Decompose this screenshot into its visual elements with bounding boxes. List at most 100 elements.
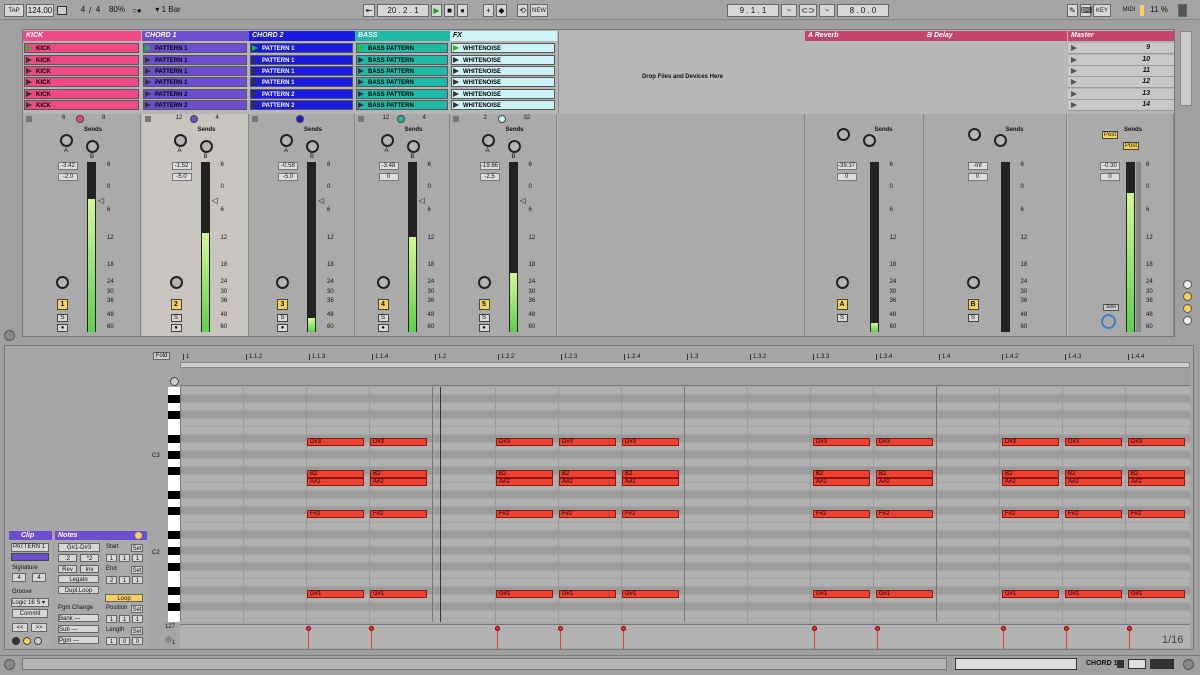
clip-box-icon[interactable]	[12, 637, 20, 645]
midi-note[interactable]: D#3	[559, 438, 616, 446]
clip-launch-icon[interactable]	[252, 57, 258, 63]
overdub-icon[interactable]: +	[483, 4, 494, 17]
nav-right-button[interactable]: >>	[31, 623, 47, 632]
clip-launch-icon[interactable]	[358, 91, 364, 97]
black-key[interactable]	[168, 547, 180, 555]
midi-note[interactable]: D#3	[813, 438, 870, 446]
pos-value-field[interactable]: 1	[119, 615, 130, 623]
midi-note[interactable]: A#2	[1002, 478, 1059, 486]
midi-note[interactable]: F#2	[813, 510, 870, 518]
track-activator-icon[interactable]	[145, 116, 151, 122]
clip-slot[interactable]: KICK	[24, 100, 139, 110]
sends-toggle-icon[interactable]	[1183, 292, 1192, 301]
clip-slot[interactable]: PATTERN 1	[143, 66, 247, 76]
midi-note[interactable]: D#3	[1065, 438, 1122, 446]
midi-note[interactable]: A#2	[370, 478, 427, 486]
clip-launch-icon[interactable]	[358, 102, 364, 108]
clip-slot[interactable]: KICK	[24, 55, 139, 65]
master-header[interactable]: Master	[1068, 31, 1174, 41]
clip-launch-icon[interactable]	[145, 91, 151, 97]
end-value-field[interactable]: 2	[106, 576, 117, 584]
send-b-knob[interactable]	[86, 140, 99, 153]
clip-slot[interactable]: PATTERN 1	[250, 55, 353, 65]
solo-button[interactable]: S	[377, 314, 389, 322]
midi-note[interactable]: B2	[370, 470, 427, 478]
scene-launch[interactable]: 14	[1068, 100, 1174, 111]
scene-launch-icon[interactable]	[1071, 68, 1077, 74]
velocity-stem[interactable]	[814, 628, 815, 649]
pan-knob[interactable]	[56, 276, 69, 289]
black-key[interactable]	[168, 603, 180, 611]
clip-launch-icon[interactable]	[26, 79, 32, 85]
velocity-handle[interactable]	[621, 626, 626, 631]
clip-slot[interactable]: PATTERN 2	[250, 100, 353, 110]
clip-slot[interactable]: BASS PATTERN	[356, 66, 448, 76]
overview-mini-map[interactable]	[955, 658, 1077, 670]
loop-button[interactable]: Loop	[105, 594, 143, 602]
master-volume-field[interactable]: -0.30	[1100, 162, 1120, 170]
black-key[interactable]	[168, 491, 180, 499]
tempo-field[interactable]: 124.00	[26, 4, 54, 17]
track-header-4[interactable]: BASS	[355, 31, 450, 41]
midi-note[interactable]: A#2	[1065, 478, 1122, 486]
scene-launch-icon[interactable]	[1071, 91, 1077, 97]
len-value-field[interactable]: 1	[106, 637, 117, 645]
pan-knob[interactable]	[169, 276, 183, 289]
metronome-icon[interactable]	[57, 6, 67, 15]
bank-field[interactable]: Bank ---	[58, 614, 99, 622]
reverse-button[interactable]: Rev	[58, 565, 77, 573]
clip-launch-icon[interactable]	[252, 102, 258, 108]
clip-launch-icon[interactable]	[26, 68, 32, 74]
clip-slot[interactable]: WHITENOISE	[451, 89, 555, 99]
velocity-handle[interactable]	[495, 626, 500, 631]
start-value-field[interactable]: 1	[106, 554, 117, 562]
midi-note[interactable]: F#2	[559, 510, 616, 518]
clip-slot[interactable]: WHITENOISE	[451, 43, 555, 53]
midi-note[interactable]: D#3	[370, 438, 427, 446]
clip-launch-icon[interactable]	[453, 57, 459, 63]
clip-slot[interactable]: BASS PATTERN	[356, 43, 448, 53]
scene-launch-icon[interactable]	[1071, 45, 1077, 51]
pan-knob[interactable]	[966, 276, 980, 289]
black-key[interactable]	[168, 467, 180, 475]
send-b-knob[interactable]	[862, 134, 876, 147]
len-value-field[interactable]: 0	[132, 637, 143, 645]
clip-slot[interactable]: KICK	[24, 43, 139, 53]
new-button[interactable]: NEW	[530, 4, 548, 17]
piano-keyboard[interactable]	[168, 387, 180, 622]
midi-note[interactable]: B2	[876, 470, 933, 478]
time-signature-numerator[interactable]: 4	[78, 4, 88, 17]
clip-launch-icon[interactable]	[358, 79, 364, 85]
invert-button[interactable]: Inv	[80, 565, 99, 573]
midi-note[interactable]: G#1	[496, 590, 553, 598]
clip-launch-icon[interactable]	[453, 68, 459, 74]
program-field[interactable]: Pgm ---	[58, 636, 99, 644]
post-button-a[interactable]: Post	[1102, 131, 1118, 139]
clip-launch-icon[interactable]	[453, 102, 459, 108]
solo-button[interactable]: S	[967, 314, 979, 322]
end-value-field[interactable]: 1	[119, 576, 130, 584]
return-header-a[interactable]: A Reverb	[805, 31, 924, 41]
cue-volume-knob[interactable]	[1101, 314, 1116, 329]
midi-note[interactable]: B2	[1128, 470, 1185, 478]
velocity-stem[interactable]	[1066, 628, 1067, 649]
track-activator-button[interactable]: 4	[377, 299, 389, 310]
return-activator-button[interactable]: A	[836, 299, 848, 310]
clip-slot[interactable]: BASS PATTERN	[356, 89, 448, 99]
zoom-field[interactable]: 80%	[106, 4, 128, 17]
track-activator-icon[interactable]	[358, 116, 364, 122]
clip-slot[interactable]: BASS PATTERN	[356, 100, 448, 110]
half-button[interactable]: :2	[58, 554, 77, 562]
midi-note[interactable]: F#2	[370, 510, 427, 518]
black-key[interactable]	[168, 395, 180, 403]
velocity-stem[interactable]	[371, 628, 372, 649]
scene-launch[interactable]: 9	[1068, 43, 1174, 54]
solo-button[interactable]: S	[170, 314, 182, 322]
double-button[interactable]: *2	[80, 554, 99, 562]
clip-launch-icon[interactable]	[26, 57, 32, 63]
beat-ruler[interactable]: 1 1.1.2 1.1.3 1.1.4 1.2 1.2.2 1.2.3 1.2.4 1.3 1.3…	[180, 352, 1190, 362]
velocity-stem[interactable]	[308, 628, 309, 649]
loop-start-field[interactable]: 9 . 1 . 1	[727, 4, 779, 17]
clip-slot[interactable]: PATTERN 1	[250, 43, 353, 53]
pos-value-field[interactable]: 1	[132, 615, 143, 623]
